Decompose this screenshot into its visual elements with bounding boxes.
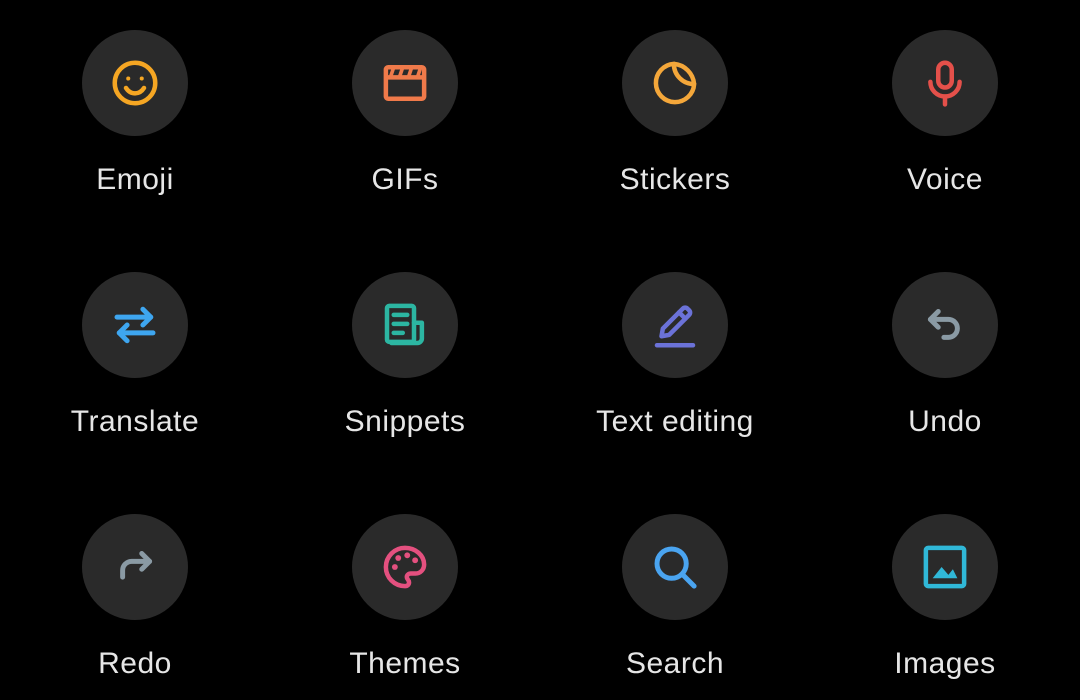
clapperboard-icon <box>383 65 427 101</box>
redo-label: Redo <box>98 647 172 680</box>
redo-button[interactable]: Redo <box>0 484 270 684</box>
pencil-icon <box>654 305 696 348</box>
stickers-icon-circle <box>622 30 728 136</box>
voice-icon-circle <box>892 30 998 136</box>
text-editing-button[interactable]: Text editing <box>540 242 810 442</box>
redo-icon-circle <box>82 514 188 620</box>
themes-button[interactable]: Themes <box>270 484 540 684</box>
images-button[interactable]: Images <box>810 484 1080 684</box>
undo-button[interactable]: Undo <box>810 242 1080 442</box>
sticker-icon <box>653 61 697 105</box>
search-button[interactable]: Search <box>540 484 810 684</box>
voice-label: Voice <box>907 163 983 196</box>
emoji-button[interactable]: Emoji <box>0 0 270 200</box>
themes-icon-circle <box>352 514 458 620</box>
stickers-button[interactable]: Stickers <box>540 0 810 200</box>
palette-icon <box>383 545 427 589</box>
voice-button[interactable]: Voice <box>810 0 1080 200</box>
gifs-label: GIFs <box>371 163 439 196</box>
images-label: Images <box>894 647 996 680</box>
swap-arrows-icon <box>114 306 156 344</box>
translate-label: Translate <box>70 405 200 438</box>
text-editing-label: Text editing <box>596 405 754 438</box>
search-icon <box>654 546 697 589</box>
search-icon-circle <box>622 514 728 620</box>
snippets-icon-circle <box>352 272 458 378</box>
snippets-button[interactable]: Snippets <box>270 242 540 442</box>
emoji-smile-icon <box>112 60 158 106</box>
search-label: Search <box>625 647 725 680</box>
tool-grid: Emoji GIFs Stickers Voice Translate Snip… <box>0 0 1080 700</box>
undo-icon <box>927 309 960 340</box>
images-icon-circle <box>892 514 998 620</box>
undo-label: Undo <box>908 405 982 438</box>
stickers-label: Stickers <box>619 163 731 196</box>
translate-button[interactable]: Translate <box>0 242 270 442</box>
undo-icon-circle <box>892 272 998 378</box>
redo-icon <box>120 551 153 580</box>
gifs-icon-circle <box>352 30 458 136</box>
microphone-icon <box>928 60 962 107</box>
emoji-label: Emoji <box>96 163 174 196</box>
translate-icon-circle <box>82 272 188 378</box>
image-icon <box>923 545 967 589</box>
snippets-label: Snippets <box>344 405 466 438</box>
clipboard-note-icon <box>384 303 425 346</box>
themes-label: Themes <box>349 647 461 680</box>
gifs-button[interactable]: GIFs <box>270 0 540 200</box>
text-editing-icon-circle <box>622 272 728 378</box>
emoji-icon-circle <box>82 30 188 136</box>
